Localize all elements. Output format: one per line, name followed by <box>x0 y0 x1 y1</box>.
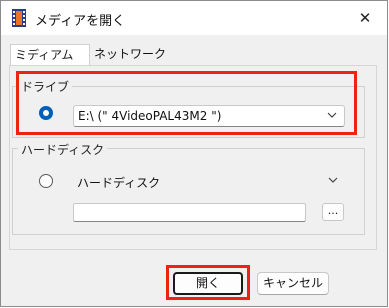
drive-group-label: ドライブ <box>18 78 73 95</box>
drive-radio[interactable] <box>39 106 53 120</box>
tab-network[interactable]: ネットワーク <box>90 44 170 65</box>
browse-button[interactable]: ... <box>322 203 344 221</box>
cancel-button[interactable]: キャンセル <box>257 272 329 295</box>
title-bar: メディアを開く ✕ <box>1 1 387 35</box>
tab-medium[interactable]: ミディアム <box>10 44 90 65</box>
hdd-radio[interactable] <box>39 174 53 188</box>
hdd-group-label: ハードディスク <box>18 141 108 158</box>
chevron-down-icon <box>328 177 338 183</box>
close-icon: ✕ <box>358 9 372 27</box>
chevron-down-icon <box>327 112 337 118</box>
close-button[interactable]: ✕ <box>343 1 387 35</box>
window-title: メディアを開く <box>35 14 126 29</box>
drive-combo-value: E:\ (" 4VideoPAL43M2 ") <box>78 109 222 123</box>
open-button[interactable]: 開く <box>173 272 243 295</box>
hdd-combo[interactable]: ハードディスク <box>73 171 345 193</box>
hdd-path-input[interactable] <box>73 203 306 222</box>
film-icon <box>12 9 26 27</box>
drive-combo[interactable]: E:\ (" 4VideoPAL43M2 ") <box>73 105 345 127</box>
open-media-dialog: メディアを開く ✕ ミディアム ネットワーク ドライブ E:\ (" 4Vide… <box>0 0 388 307</box>
hdd-combo-value: ハードディスク <box>77 176 161 190</box>
